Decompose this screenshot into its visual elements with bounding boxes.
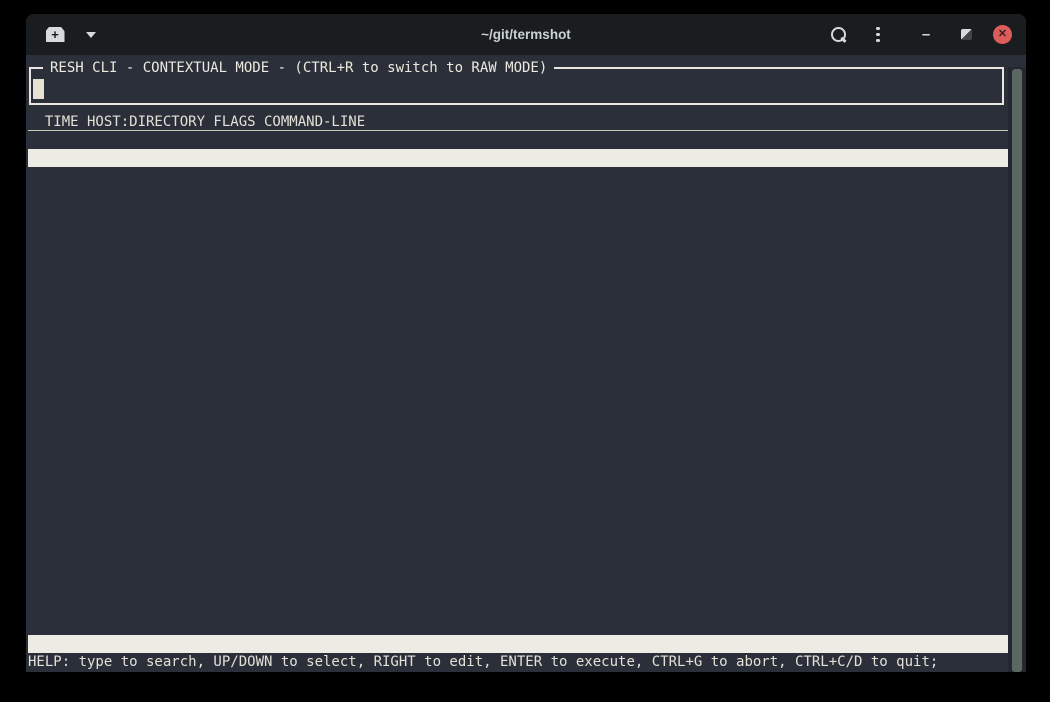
minimize-button[interactable]: – <box>913 22 939 48</box>
new-tab-icon: + <box>46 27 65 42</box>
history-row[interactable]: 3 days ~/git/termshot G inkscape xterm-w… <box>28 185 1008 203</box>
history-row[interactable]: 3 days ~/git/termshot G cd <box>28 131 1008 149</box>
history-row[interactable]: 3 days ~/git/termshot G mv ~/xterm.2020.… <box>28 203 1008 221</box>
history-row[interactable]: 7 days ~/git/termshot G mv ~/xterm.2020.… <box>28 617 1008 635</box>
history-row[interactable]: 7 days ~/git/termshot G mv ~/xterm.2020.… <box>28 599 1008 617</box>
help-line: HELP: type to search, UP/DOWN to select,… <box>28 653 1008 671</box>
history-row[interactable]: 3 days ~/git/termshot G mv ~/xterm.2020.… <box>28 365 1008 383</box>
table-header: TIME HOST:DIRECTORY FLAGS COMMAND-LINE <box>28 113 1008 131</box>
history-row[interactable]: 3 days ~/git/termshot G inkscape xterm-m… <box>28 419 1008 437</box>
close-icon: ✕ <box>998 29 1007 40</box>
search-input-box[interactable]: RESH CLI - CONTEXTUAL MODE - (CTRL+R to … <box>29 67 1004 105</box>
history-row[interactable]: 3 days ~/git/termshot G fh() {; eval $( … <box>28 167 1008 185</box>
terminal-window: + ~/git/termshot – <box>26 14 1026 672</box>
restore-icon <box>961 29 972 40</box>
text-cursor <box>33 79 44 99</box>
minimize-icon: – <box>922 27 930 42</box>
history-row[interactable]: 3 days ~/git/termshot G mv ~/xterm.2020.… <box>28 437 1008 455</box>
history-row[interactable]: 7 days ~/git/termshot G time date <box>28 491 1008 509</box>
search-icon <box>831 27 846 42</box>
history-row[interactable]: 7 days ~/git/termshot G time x=1 <box>28 509 1008 527</box>
history-row[interactable]: 7 days ~/git/termshot G mv ~/xterm.2020.… <box>28 581 1008 599</box>
new-tab-button[interactable]: + <box>42 22 68 48</box>
history-row[interactable]: 3 days ~/git/termshot G mv ~/xterm.2020.… <box>28 347 1008 365</box>
history-row[interactable]: 3 days ~/git/termshot G mv ~/xterm.2020.… <box>28 311 1008 329</box>
kebab-menu-icon <box>876 27 880 43</box>
menu-button[interactable] <box>865 22 891 48</box>
history-row[interactable]: 3 days ~/git/termshot G inkscape xterm-w… <box>28 275 1008 293</box>
scrollbar-thumb[interactable] <box>1012 69 1022 672</box>
history-row[interactable]: 3 days ~/git/termshot G mv ~/xterm.2020.… <box>28 257 1008 275</box>
status-bar: 2020-05-08 00:34:56 tower:~/git/termshot… <box>28 635 1008 653</box>
tab-dropdown-button[interactable] <box>78 22 104 48</box>
history-row[interactable]: 7 days ~/git/termshot G time echo someth… <box>28 527 1008 545</box>
chevron-down-icon <box>86 32 96 38</box>
terminal-content: RESH CLI - CONTEXTUAL MODE - (CTRL+R to … <box>26 67 1026 672</box>
history-row[interactable]: 7 days ~/git/termshot G bash <box>28 563 1008 581</box>
titlebar[interactable]: + ~/git/termshot – <box>26 14 1026 55</box>
history-row[interactable]: 7 days ~/git/termshot G time echo someth… <box>28 545 1008 563</box>
desktop-background: + ~/git/termshot – <box>0 0 1050 702</box>
history-row[interactable]: 3 days ~/git/termshot G fh <box>28 149 1008 167</box>
history-row[interactable]: 3 days ~/git/termshot G rm xterm-mockup-… <box>28 383 1008 401</box>
history-row[interactable]: 3 days ~/git/termshot G rm xterm-mockup-… <box>28 239 1008 257</box>
history-row[interactable]: 3 days ~/git/termshot G ls <box>28 221 1008 239</box>
history-row[interactable]: 3 days ~/git/termshot G mv ~/xterm.2020.… <box>28 329 1008 347</box>
history-row[interactable]: 3 days ~/git/termshot G mv ~/xterm.2020.… <box>28 293 1008 311</box>
scrollbar[interactable] <box>1008 67 1026 672</box>
history-row[interactable]: 3 days ~/git/termshot G inkscape xterm-m… <box>28 401 1008 419</box>
history-rows: 3 days ~/git/termshot G cd 3 days ~/git/… <box>28 131 1008 635</box>
history-row[interactable]: 7 days ~/git/termshot G clear <box>28 473 1008 491</box>
restore-button[interactable] <box>953 22 979 48</box>
mode-header: RESH CLI - CONTEXTUAL MODE - (CTRL+R to … <box>43 59 554 77</box>
close-button[interactable]: ✕ <box>993 25 1012 44</box>
search-button[interactable] <box>825 22 851 48</box>
history-row[interactable]: 6 days ~/git/termshot G cd .. <box>28 455 1008 473</box>
